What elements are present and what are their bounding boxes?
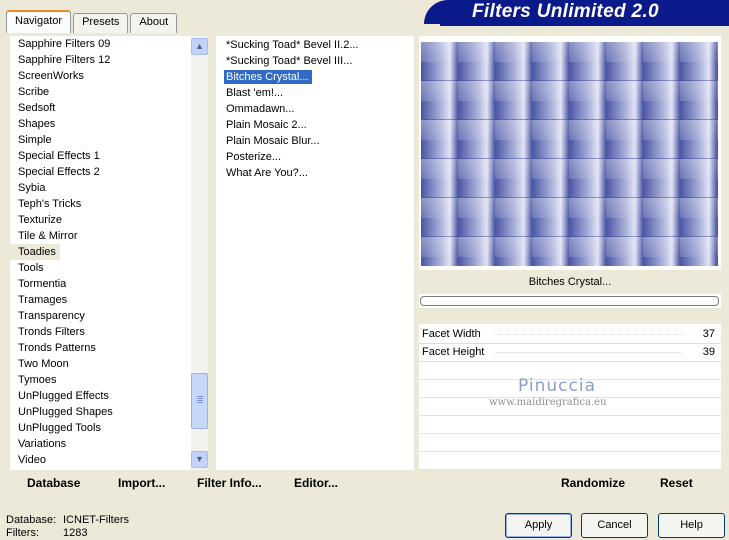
grip-icon [197, 396, 203, 397]
filter-item[interactable]: Ommadawn... [216, 101, 414, 117]
status-database: Database: ICNET-Filters [6, 514, 129, 526]
category-item[interactable]: Sybia [10, 180, 190, 196]
randomize-button[interactable]: Randomize [561, 476, 625, 490]
category-item[interactable]: UnPlugged Tools [10, 420, 190, 436]
category-item[interactable]: Simple [10, 132, 190, 148]
param-label: Facet Width [422, 328, 481, 340]
category-item-selected[interactable]: Toadies [10, 244, 60, 260]
filter-item-selected[interactable]: Bitches Crystal... [216, 69, 414, 85]
tab-presets[interactable]: Presets [73, 13, 129, 33]
left-action-bar: Database Import... Filter Info... Editor… [10, 472, 414, 496]
filter-item[interactable]: Blast 'em!... [216, 85, 414, 101]
param-empty-row [419, 416, 721, 434]
category-item[interactable]: Sedsoft [10, 100, 190, 116]
category-item[interactable]: Sapphire Filters 12 [10, 52, 190, 68]
cancel-button[interactable]: Cancel [581, 513, 648, 538]
status-database-label: Database: [6, 514, 57, 526]
selected-filter-name: Bitches Crystal... [419, 270, 721, 294]
right-action-bar: Randomize Reset [419, 472, 721, 496]
param-facet-height[interactable]: Facet Height 39 [419, 344, 721, 362]
category-item[interactable]: Texturize [10, 212, 190, 228]
category-item[interactable]: UnPlugged Shapes [10, 404, 190, 420]
category-item[interactable]: ScreenWorks [10, 68, 190, 84]
category-item[interactable]: Video [10, 452, 190, 468]
scroll-thumb[interactable] [191, 373, 208, 429]
category-item[interactable]: Tormentia [10, 276, 190, 292]
filter-item-selected-label: Bitches Crystal... [224, 70, 312, 84]
category-item[interactable]: Transparency [10, 308, 190, 324]
watermark-url: www.maidiregrafica.eu [489, 397, 607, 408]
filter-item[interactable]: What Are You?... [216, 165, 414, 181]
category-item[interactable]: Tramages [10, 292, 190, 308]
database-button[interactable]: Database [27, 476, 80, 490]
param-label: Facet Height [422, 346, 485, 358]
category-list-panel: Sapphire Filters 09 Sapphire Filters 12 … [10, 36, 208, 470]
filter-item[interactable]: Plain Mosaic 2... [216, 117, 414, 133]
filter-item[interactable]: *Sucking Toad* Bevel III... [216, 53, 414, 69]
status-filters: Filters: 1283 [6, 527, 87, 539]
param-value: 37 [702, 328, 715, 340]
help-button[interactable]: Help [658, 513, 725, 538]
watermark-title: Pinuccia [518, 376, 596, 396]
status-filters-label: Filters: [6, 527, 39, 539]
param-slider[interactable] [494, 352, 681, 353]
scroll-down-icon[interactable]: ▼ [191, 451, 208, 468]
param-facet-width[interactable]: Facet Width 37 [419, 326, 721, 344]
tab-navigator[interactable]: Navigator [6, 10, 72, 33]
separator [419, 308, 721, 324]
category-item[interactable]: Special Effects 2 [10, 164, 190, 180]
category-item[interactable]: Tronds Filters [10, 324, 190, 340]
category-item[interactable]: Scribe [10, 84, 190, 100]
tab-about[interactable]: About [130, 13, 178, 33]
reset-button[interactable]: Reset [660, 476, 693, 490]
editor-button[interactable]: Editor... [294, 476, 338, 490]
category-item[interactable]: Shapes [10, 116, 190, 132]
category-item[interactable]: Tymoes [10, 372, 190, 388]
category-item[interactable]: Sapphire Filters 09 [10, 36, 190, 52]
category-scrollbar[interactable]: ▲ ▼ [191, 36, 208, 470]
param-value: 39 [702, 346, 715, 358]
import-button[interactable]: Import... [118, 476, 165, 490]
status-filters-value: 1283 [63, 527, 88, 539]
category-item[interactable]: Teph's Tricks [10, 196, 190, 212]
category-item[interactable]: Special Effects 1 [10, 148, 190, 164]
category-list: Sapphire Filters 09 Sapphire Filters 12 … [10, 36, 190, 468]
tab-strip: Navigator Presets About [6, 10, 179, 33]
param-empty-row [419, 452, 721, 470]
filter-item[interactable]: Plain Mosaic Blur... [216, 133, 414, 149]
category-item[interactable]: Tools [10, 260, 190, 276]
filter-item[interactable]: Posterize... [216, 149, 414, 165]
category-item[interactable]: Tile & Mirror [10, 228, 190, 244]
filter-list-panel: *Sucking Toad* Bevel II.2... *Sucking To… [216, 36, 414, 470]
param-empty-row [419, 434, 721, 452]
scroll-up-icon[interactable]: ▲ [191, 38, 208, 55]
category-item[interactable]: Two Moon [10, 356, 190, 372]
param-slider[interactable] [494, 334, 681, 335]
status-database-value: ICNET-Filters [63, 514, 129, 526]
filter-info-button[interactable]: Filter Info... [197, 476, 262, 490]
progress-bar [420, 296, 719, 306]
category-item[interactable]: Variations [10, 436, 190, 452]
preview-image [421, 42, 718, 266]
category-item[interactable]: Tronds Patterns [10, 340, 190, 356]
app-banner: Filters Unlimited 2.0 [424, 0, 729, 24]
filter-item[interactable]: *Sucking Toad* Bevel II.2... [216, 37, 414, 53]
apply-button[interactable]: Apply [505, 513, 572, 538]
category-item[interactable]: UnPlugged Effects [10, 388, 190, 404]
banner-underline [440, 24, 729, 26]
